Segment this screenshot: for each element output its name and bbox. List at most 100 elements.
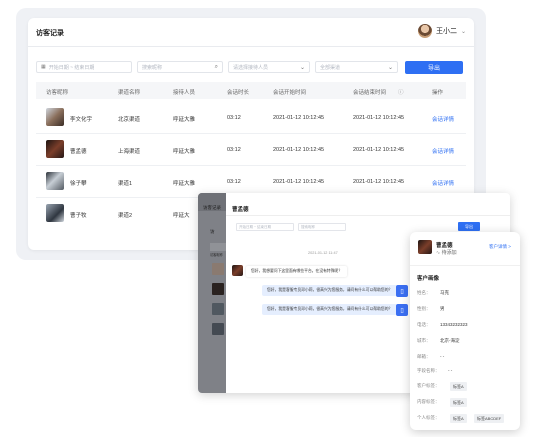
- column-header: 会话开始时间: [273, 90, 307, 96]
- personal-tag[interactable]: 标签ABCDEF: [474, 414, 505, 423]
- agent-message: 您好，我是客服专员邓小莉，很高兴为您服务，请问有什么可以帮助您的？: [262, 285, 398, 296]
- field-label: 性别：: [417, 306, 431, 311]
- agent-name: 呼延大: [173, 213, 190, 219]
- field-label: 邮箱：: [417, 354, 431, 359]
- visitor-avatar: [46, 204, 64, 222]
- session-detail-link[interactable]: 会话详情: [432, 115, 454, 123]
- info-icon: ⓘ: [398, 90, 404, 96]
- duration: 03:12: [227, 147, 241, 153]
- customer-profile-panel: 曹孟德 ∿ 待添加 客户详情 > 客户画像 姓名： 马克 性别： 男 电话： 1…: [410, 232, 520, 430]
- sidebar-filter[interactable]: 访客昵称: [210, 243, 226, 257]
- user-menu[interactable]: 王小二 ⌄: [417, 24, 466, 38]
- visitor-name: 曹孟德: [70, 149, 87, 155]
- column-header: 操作: [432, 90, 444, 96]
- channel-name: 渠道2: [118, 213, 133, 219]
- duration: 03:12: [227, 115, 241, 121]
- agent-avatar-icon: ▯: [396, 304, 408, 316]
- visitor-chat-avatar: [232, 265, 243, 276]
- visitor-name: 徐子攀: [70, 181, 87, 187]
- visitor-thumbnail[interactable]: [212, 283, 224, 295]
- search-input[interactable]: 搜索昵称 ⌕: [137, 61, 223, 73]
- visitor-message: 您好，我想要问下这里面有哪些平台。在没有特殊呢？: [246, 266, 348, 277]
- field-value: 马克: [440, 290, 449, 295]
- message-timestamp: 2021-01-12 11:47: [308, 251, 338, 255]
- visitor-thumbnail[interactable]: [212, 303, 224, 315]
- field-label: 姓名：: [417, 290, 431, 295]
- column-header: 会话时长: [227, 90, 250, 96]
- session-detail-link[interactable]: 会话详情: [432, 179, 454, 187]
- section-title: 客户画像: [417, 276, 440, 282]
- end-time: 2021-01-12 10:12:45: [353, 115, 405, 121]
- channel-name: 上海渠道: [118, 149, 141, 155]
- row-divider: [36, 133, 466, 134]
- chat-export-button[interactable]: 导出: [458, 222, 480, 231]
- page-title: 访客记录: [36, 30, 64, 37]
- customer-avatar: [418, 240, 432, 254]
- channel-placeholder: 全部渠道: [320, 64, 341, 71]
- channel-select[interactable]: 全部渠道 ⌄: [315, 61, 398, 73]
- date-range-placeholder: 开始日期 ~ 结束日期: [239, 224, 271, 229]
- sidebar-label: 访: [210, 229, 215, 234]
- content-tag[interactable]: 标签A: [450, 398, 467, 407]
- customer-tag[interactable]: 标签A: [450, 382, 467, 391]
- chevron-down-icon: ⌄: [387, 64, 393, 71]
- field-value: 男: [440, 306, 445, 311]
- agent-placeholder: 请选择接待人员: [233, 64, 269, 71]
- customer-name: 曹孟德: [436, 243, 453, 249]
- date-range-picker[interactable]: ▦ 开始日期 ~ 结束日期: [36, 61, 132, 73]
- search-placeholder: 搜索昵称: [301, 224, 315, 229]
- visitor-name: 曹子牧: [70, 213, 87, 219]
- chat-date-range-picker[interactable]: 开始日期 ~ 结束日期: [236, 223, 294, 231]
- divider: [28, 46, 474, 47]
- end-time: 2021-01-12 10:12:45: [353, 147, 405, 153]
- wechat-icon: ∿: [436, 250, 441, 256]
- agent-avatar-icon: ▯: [396, 285, 408, 297]
- start-time: 2021-01-12 10:12:45: [273, 147, 325, 153]
- content-tags-label: 内容标签：: [417, 399, 440, 404]
- customer-status: ∿ 待添加: [436, 249, 457, 256]
- column-header: 访客昵称: [46, 90, 69, 96]
- column-header: 会话结束时间: [353, 90, 387, 96]
- session-detail-link[interactable]: 会话详情: [432, 147, 454, 155]
- sidebar-title: 访客记录: [203, 205, 221, 210]
- chat-header-name: 曹孟德: [232, 207, 249, 213]
- visitor-avatar: [46, 108, 64, 126]
- user-name: 王小二: [435, 28, 457, 35]
- visitor-name: 李文化宇: [70, 117, 93, 123]
- column-header: 接待人员: [173, 90, 196, 96]
- column-header: 渠道名称: [118, 90, 141, 96]
- chevron-down-icon: ⌄: [460, 28, 466, 35]
- field-value: 北京-海淀: [440, 338, 460, 343]
- field-label: 城市：: [417, 338, 431, 343]
- field-label: 字段名称：: [417, 368, 440, 373]
- sidebar-item-label: 访客昵称: [210, 253, 223, 257]
- field-value: 13343232323: [440, 322, 468, 327]
- agent-name: 呼延大雅: [173, 117, 196, 123]
- export-button[interactable]: 导出: [405, 61, 463, 74]
- start-time: 2021-01-12 10:12:45: [273, 179, 325, 185]
- user-avatar: [417, 24, 432, 38]
- agent-name: 呼延大雅: [173, 181, 196, 187]
- status-label: 待添加: [441, 250, 457, 256]
- divider: [226, 215, 510, 216]
- visitor-thumbnail[interactable]: [212, 323, 224, 335]
- customer-detail-link[interactable]: 客户详情 >: [489, 244, 511, 250]
- agent-name: 呼延大雅: [173, 149, 196, 155]
- row-divider: [36, 165, 466, 166]
- personal-tags-label: 个人标签：: [417, 415, 440, 420]
- agent-select[interactable]: 请选择接待人员 ⌄: [228, 61, 310, 73]
- field-label: 电话：: [417, 322, 431, 327]
- personal-tag[interactable]: 标签A: [450, 414, 467, 423]
- chat-search-input[interactable]: 搜索昵称: [298, 223, 346, 231]
- search-placeholder: 搜索昵称: [142, 64, 163, 71]
- divider: [410, 265, 520, 266]
- end-time: 2021-01-12 10:12:45: [353, 179, 405, 185]
- chevron-down-icon: ⌄: [299, 64, 305, 71]
- visitor-avatar: [46, 172, 64, 190]
- date-range-placeholder: 开始日期 ~ 结束日期: [48, 64, 95, 71]
- start-time: 2021-01-12 10:12:45: [273, 115, 325, 121]
- channel-name: 渠道1: [118, 181, 133, 187]
- agent-message: 您好，我是客服专员邓小莉，很高兴为您服务，请问有什么可以帮助您的？: [262, 304, 398, 315]
- field-value: - -: [448, 368, 453, 373]
- visitor-thumbnail[interactable]: [212, 263, 224, 275]
